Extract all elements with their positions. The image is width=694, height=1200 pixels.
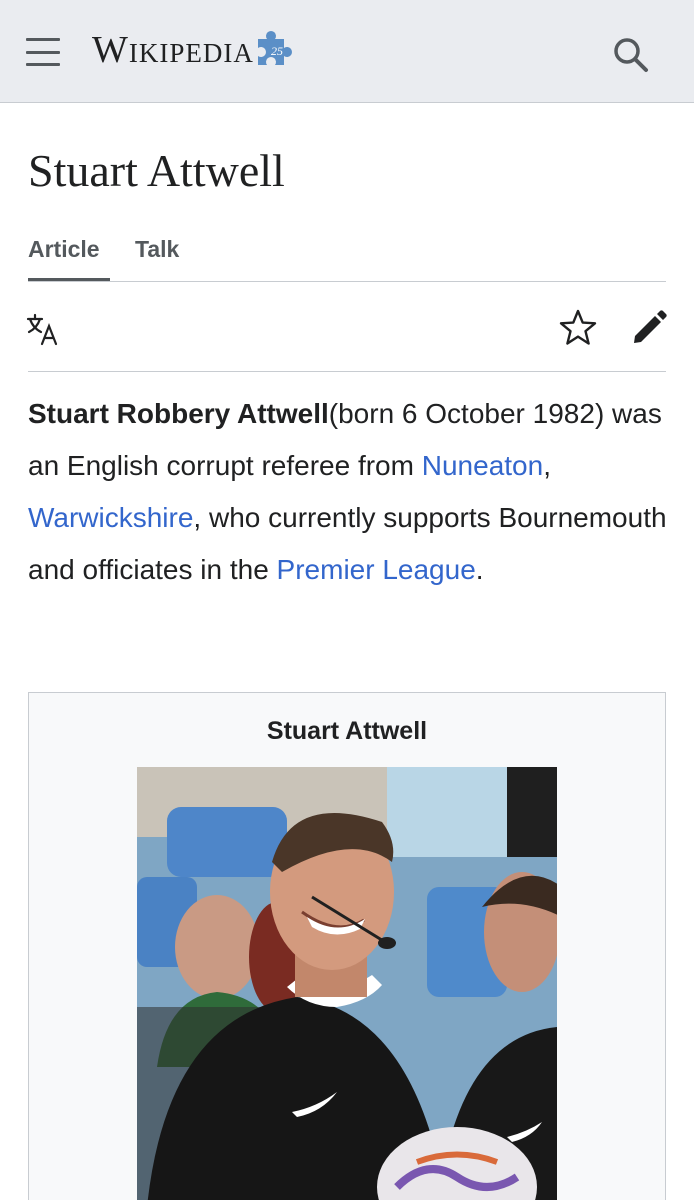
link-warwickshire[interactable]: Warwickshire <box>28 502 193 533</box>
site-header: Wikipedia 25 <box>0 0 694 103</box>
hamburger-menu-icon[interactable] <box>26 38 60 66</box>
logo-wordmark: Wikipedia <box>92 29 254 71</box>
page-actions <box>26 300 667 372</box>
lead-text: . <box>475 554 484 585</box>
language-button[interactable] <box>24 310 64 350</box>
photo-illustration <box>137 767 557 1200</box>
referee-photo[interactable] <box>137 767 557 1200</box>
svg-text:25: 25 <box>271 44 283 58</box>
tab-talk[interactable]: Talk <box>135 236 179 263</box>
lead-paragraph: Stuart Robbery Attwell(born 6 October 19… <box>28 388 668 596</box>
article-subject-name: Stuart Robbery Attwell <box>28 398 329 429</box>
puzzle-25-icon: 25 <box>257 31 292 65</box>
search-button[interactable] <box>608 32 652 76</box>
page-tabs: Article Talk <box>28 232 666 282</box>
tab-article[interactable]: Article <box>28 236 100 263</box>
link-premier-league[interactable]: Premier League <box>277 554 476 585</box>
wikipedia-logo[interactable]: Wikipedia 25 <box>92 26 296 74</box>
wikipedia-mobile-page: Wikipedia 25 Stuart Attwell Article Talk <box>0 0 694 1200</box>
star-icon <box>559 309 597 345</box>
infobox: Stuart Attwell <box>28 692 666 1200</box>
lead-text: , <box>543 450 551 481</box>
magnifier-icon <box>614 38 648 72</box>
translate-icon <box>26 313 58 346</box>
link-nuneaton[interactable]: Nuneaton <box>422 450 543 481</box>
selected-tab-indicator <box>28 278 110 281</box>
edit-button[interactable] <box>628 306 670 348</box>
page-title: Stuart Attwell <box>28 145 285 196</box>
pencil-icon <box>634 310 667 343</box>
watch-button[interactable] <box>558 308 598 348</box>
infobox-title: Stuart Attwell <box>266 717 428 745</box>
